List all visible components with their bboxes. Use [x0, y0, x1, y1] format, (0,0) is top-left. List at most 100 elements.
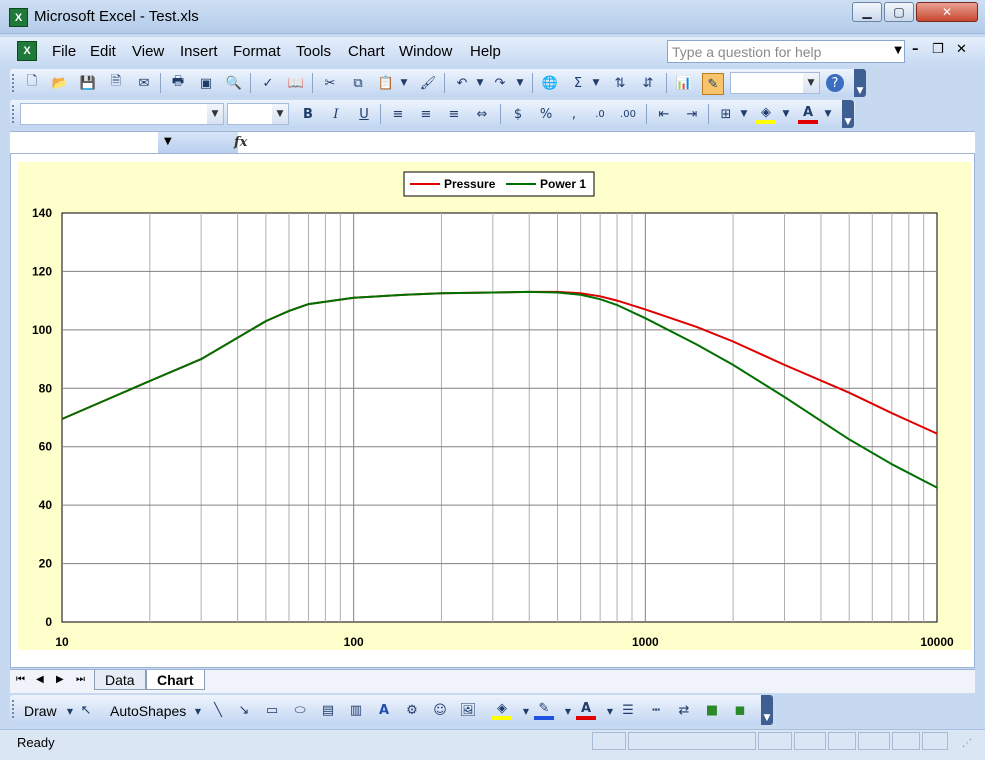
align-right-icon[interactable]: ≡ — [444, 104, 464, 124]
chevron-down-icon[interactable]: ▼ — [780, 104, 792, 124]
borders-icon[interactable]: ⊞ — [716, 104, 736, 124]
line-style-icon[interactable]: ☰ — [618, 700, 638, 720]
pdf-icon[interactable]: ▣ — [196, 73, 216, 93]
select-objects-icon[interactable]: ↖ — [76, 700, 96, 720]
next-sheet-icon[interactable]: ▶ — [56, 674, 64, 685]
line-icon[interactable]: ╲ — [208, 700, 228, 720]
toolbar-options-icon[interactable]: ▼ — [842, 100, 854, 128]
font-color-icon[interactable]: A — [798, 104, 818, 124]
workbook-close-button[interactable]: ✕ — [956, 42, 967, 57]
menu-file[interactable]: File — [52, 43, 76, 60]
chevron-down-icon[interactable]: ▼ — [600, 701, 620, 721]
tab-chart[interactable]: Chart — [146, 670, 205, 690]
tab-data[interactable]: Data — [94, 670, 146, 690]
open-icon[interactable]: 📂 — [50, 73, 70, 93]
picture-icon[interactable]: 🖼 — [458, 700, 478, 720]
increase-indent-icon[interactable]: ⇥ — [682, 104, 702, 124]
chevron-down-icon[interactable]: ▼ — [188, 701, 208, 721]
name-box-dropdown[interactable]: ▼ — [158, 132, 238, 153]
chevron-down-icon[interactable]: ▼ — [516, 701, 536, 721]
toolbar-grip[interactable] — [12, 105, 17, 123]
first-sheet-icon[interactable]: ⏮ — [16, 674, 25, 685]
align-left-icon[interactable]: ≡ — [388, 104, 408, 124]
chevron-down-icon[interactable]: ▼ — [514, 73, 526, 93]
cut-icon[interactable]: ✂ — [320, 73, 340, 93]
sort-descending-icon[interactable]: ⇵ — [638, 73, 658, 93]
plot-area[interactable] — [61, 212, 938, 623]
autoshapes-menu-button[interactable]: AutoShapes — [110, 703, 186, 719]
new-icon[interactable]: 🗋 — [22, 73, 42, 93]
bold-icon[interactable]: B — [298, 104, 318, 124]
spelling-icon[interactable]: ✓ — [258, 73, 278, 93]
resize-grip-icon[interactable]: ⋰ — [962, 738, 972, 749]
draw-menu-button[interactable]: Draw — [24, 703, 57, 719]
save-icon[interactable]: 💾 — [78, 73, 98, 93]
chevron-down-icon[interactable]: ▼ — [272, 104, 288, 124]
email-icon[interactable]: ✉ — [134, 73, 154, 93]
comma-style-icon[interactable]: , — [564, 104, 584, 124]
drawing-icon[interactable]: ✎ — [702, 73, 724, 95]
text-box-icon[interactable]: ▤ — [318, 700, 338, 720]
font-size-combo[interactable]: ▼ — [227, 103, 289, 125]
permission-icon[interactable]: 🗎 — [106, 73, 126, 93]
toolbar-options-icon[interactable]: ▼ — [854, 69, 866, 97]
zoom-combo[interactable]: ▼ — [730, 72, 820, 94]
paste-icon[interactable]: 📋 — [376, 73, 396, 93]
decrease-decimal-icon[interactable]: .00 — [618, 104, 638, 124]
toolbar-options-icon[interactable]: ▼ — [761, 695, 773, 725]
toolbar-grip[interactable] — [12, 74, 17, 92]
italic-icon[interactable]: I — [326, 104, 346, 124]
arrow-style-icon[interactable]: ⇄ — [674, 700, 694, 720]
excel-icon[interactable]: X — [9, 8, 28, 27]
menu-help[interactable]: Help — [470, 43, 501, 60]
name-box[interactable] — [10, 132, 159, 153]
research-icon[interactable]: 📖 — [286, 73, 306, 93]
clip-art-icon[interactable]: ☺ — [430, 700, 450, 720]
maximize-button[interactable]: ▢ — [884, 2, 914, 22]
chevron-down-icon[interactable]: ▼ — [207, 104, 223, 124]
oval-icon[interactable]: ⬭ — [290, 700, 310, 720]
menu-window[interactable]: Window — [399, 43, 452, 60]
menu-format[interactable]: Format — [233, 43, 281, 60]
hyperlink-icon[interactable]: 🌐 — [540, 73, 560, 93]
align-center-icon[interactable]: ≡ — [416, 104, 436, 124]
redo-icon[interactable]: ↷ — [490, 73, 510, 93]
wordart-icon[interactable]: A — [374, 700, 394, 720]
formula-input[interactable] — [253, 132, 975, 153]
font-color-icon[interactable]: A — [576, 700, 596, 720]
insert-function-icon[interactable]: fx — [234, 135, 247, 150]
arrow-icon[interactable]: ↘ — [234, 700, 254, 720]
chevron-down-icon[interactable]: ▼ — [164, 136, 172, 147]
chevron-down-icon[interactable]: ▼ — [803, 73, 819, 93]
help-icon[interactable]: ? — [826, 74, 844, 92]
vertical-text-box-icon[interactable]: ▥ — [346, 700, 366, 720]
chart-wizard-icon[interactable]: 📊 — [674, 73, 694, 93]
shadow-style-icon[interactable]: ■ — [702, 700, 722, 720]
chevron-down-icon[interactable]: ▼ — [894, 45, 902, 56]
chevron-down-icon[interactable]: ▼ — [558, 701, 578, 721]
prev-sheet-icon[interactable]: ◀ — [36, 674, 44, 685]
percent-icon[interactable]: % — [536, 104, 556, 124]
chevron-down-icon[interactable]: ▼ — [590, 73, 602, 93]
dash-style-icon[interactable]: ┅ — [646, 700, 666, 720]
print-icon[interactable]: 🖶 — [168, 73, 188, 93]
3d-style-icon[interactable]: ◼ — [730, 700, 750, 720]
workbook-icon[interactable]: X — [17, 41, 37, 61]
undo-icon[interactable]: ↶ — [452, 73, 472, 93]
autosum-icon[interactable]: Σ — [568, 73, 588, 93]
line-color-icon[interactable]: ✎ — [534, 700, 554, 720]
minimize-button[interactable]: ▁ — [852, 2, 882, 22]
menu-chart[interactable]: Chart — [348, 43, 385, 60]
diagram-icon[interactable]: ⚙ — [402, 700, 422, 720]
workbook-restore-button[interactable]: ❐ — [932, 42, 944, 57]
decrease-indent-icon[interactable]: ⇤ — [654, 104, 674, 124]
workbook-minimize-button[interactable]: – — [912, 42, 919, 57]
menu-insert[interactable]: Insert — [180, 43, 218, 60]
chevron-down-icon[interactable]: ▼ — [474, 73, 486, 93]
copy-icon[interactable]: ⧉ — [348, 73, 368, 93]
toolbar-grip[interactable] — [12, 700, 17, 718]
chart-area[interactable]: 0 20 40 60 80 100 120 140 10 100 1000 10000 Pressure… — [18, 162, 971, 650]
print-preview-icon[interactable]: 🔍 — [224, 73, 244, 93]
last-sheet-icon[interactable]: ⏭ — [76, 674, 85, 685]
currency-icon[interactable]: $ — [508, 104, 528, 124]
